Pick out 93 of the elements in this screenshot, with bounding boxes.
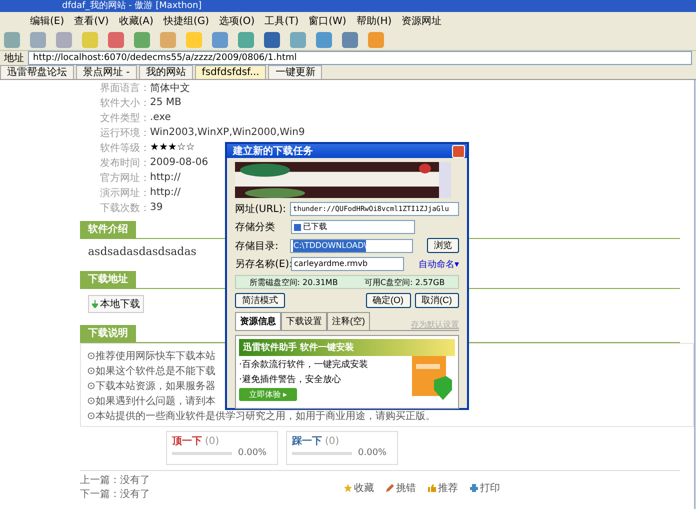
menu-item[interactable]: 窗口(W) <box>308 14 346 28</box>
menu-item[interactable]: 收藏(A) <box>118 14 154 28</box>
toolbar-icon[interactable] <box>56 32 72 48</box>
action-link[interactable]: 推荐 <box>428 481 458 495</box>
next-link[interactable]: 下一篇：没有了 <box>80 488 150 502</box>
toolbar-icon[interactable] <box>212 32 228 48</box>
browser-tab[interactable]: 迅雷帮盘论坛 <box>0 65 74 79</box>
note-line: ⊙推荐使用网际快车下载本站 <box>87 350 216 364</box>
dialog-tab[interactable]: 注释(空) <box>327 312 370 330</box>
disk-needed: 所需磁盘空间: 20.31MB <box>249 276 338 288</box>
vote-percent: 0.00% <box>238 448 267 458</box>
filename-field[interactable]: carleyardme.rmvb <box>291 257 404 271</box>
dialog-tab[interactable]: 资源信息 <box>235 312 281 330</box>
ad-text: ·避免插件警告，安全放心 <box>239 374 341 386</box>
toolbar-icon[interactable] <box>30 32 46 48</box>
browser-tab[interactable]: fsdfdsfdsf... <box>194 65 266 79</box>
field-value: 39 <box>150 202 163 213</box>
section-heading: 下载说明 <box>80 325 136 342</box>
toolbar-icon[interactable] <box>290 32 306 48</box>
section-heading: 下载地址 <box>80 271 136 288</box>
cancel-button[interactable]: 取消(C) <box>414 293 459 308</box>
vote-button[interactable]: 踩一下 (0) <box>292 434 392 448</box>
action-link[interactable]: 挑错 <box>386 481 416 495</box>
field-label: 官方网址： <box>100 172 150 184</box>
menu-item[interactable]: 工具(T) <box>264 14 299 28</box>
menu-item[interactable]: 快捷组(G) <box>163 14 209 28</box>
toolbar-icon[interactable] <box>368 32 384 48</box>
note-line: ⊙下载本站资源，如果服务器 <box>87 380 216 394</box>
prev-link[interactable]: 上一篇：没有了 <box>80 474 150 488</box>
field-label: 演示网址： <box>100 186 150 200</box>
field-value: 2009-08-06 <box>150 157 208 168</box>
auto-name-link[interactable]: 自动命名▾ <box>418 258 459 270</box>
dialog-tab[interactable]: 下载设置 <box>281 312 327 330</box>
action-link[interactable]: 打印 <box>470 481 500 495</box>
browser-tab[interactable]: 我的网站 <box>138 65 193 79</box>
toolbar-icon[interactable] <box>134 32 150 48</box>
field-value: 25 MB <box>150 97 182 108</box>
url-label: 网址(URL): <box>235 202 286 216</box>
category-label: 存储分类 <box>235 220 276 234</box>
rating-stars: ★★★☆☆ <box>150 142 195 153</box>
window-title: dfdaf_我的网站 - 傲游 [Maxthon] <box>0 0 696 12</box>
field-value: http:// <box>150 187 181 198</box>
vote-button[interactable]: 顶一下 (0) <box>172 434 272 448</box>
note-line: ⊙本站提供的一些商业软件是供学习研究之用，如用于商业用途，请购买正版。 <box>87 410 436 424</box>
field-label: 界面语言： <box>100 82 150 94</box>
note-line: ⊙如果遇到什么问题，请到本 <box>87 394 216 409</box>
address-field[interactable]: http://localhost:6070/dedecms55/a/zzzz/2009/0806/1.html <box>28 51 692 65</box>
menu-item[interactable]: 编辑(E) <box>30 14 64 28</box>
close-button[interactable] <box>452 144 465 158</box>
menu-item[interactable]: 帮助(H) <box>356 14 392 28</box>
field-label: 运行环境： <box>100 126 150 140</box>
field-label: 软件大小： <box>100 96 150 110</box>
intro-text: asdsadasdasdsadas <box>88 245 196 259</box>
field-label: 下载次数： <box>100 202 150 214</box>
field-label: 软件等级： <box>100 142 150 154</box>
toolbar-icon[interactable] <box>264 32 280 48</box>
download-button[interactable]: 本地下载 <box>88 295 144 313</box>
pen-icon <box>386 484 394 492</box>
field-value: Win2003,WinXP,Win2000,Win9 <box>150 127 305 138</box>
scrollbar[interactable] <box>694 80 696 509</box>
browser-tab[interactable]: 一键更新 <box>268 65 322 79</box>
disk-free: 可用C盘空间: 2.57GB <box>364 276 445 288</box>
ad-title: 迅雷软件助手 软件一键安装 <box>239 339 455 356</box>
menu-item[interactable]: 资源网址 <box>402 14 442 28</box>
menu-item[interactable]: 选项(O) <box>219 14 255 28</box>
browser-tab[interactable]: 景点网址 - <box>76 65 137 79</box>
toolbar-icon[interactable] <box>342 32 358 48</box>
dialog-title: 建立新的下载任务 <box>233 144 313 158</box>
note-line: ⊙如果这个软件总是不能下载 <box>87 364 216 379</box>
action-link[interactable]: 收藏 <box>344 481 374 495</box>
field-label: 发布时间： <box>100 156 150 170</box>
field-value: http:// <box>150 172 181 183</box>
address-label: 地址 <box>4 52 24 65</box>
directory-dropdown[interactable]: C:\TDDOWNLOAD\ <box>290 238 413 252</box>
directory-label: 存储目录: <box>235 240 280 252</box>
category-dropdown[interactable]: 已下载 <box>291 220 415 234</box>
toolbar-icon[interactable] <box>108 32 124 48</box>
menu-item[interactable]: 查看(V) <box>74 14 109 28</box>
download-arrow-icon <box>92 300 98 308</box>
field-value: 简体中文 <box>150 82 190 94</box>
field-value: .exe <box>150 112 171 123</box>
simple-mode-button[interactable]: 简洁模式 <box>235 293 285 308</box>
thumb-icon <box>428 484 436 492</box>
field-label: 文件类型： <box>100 112 150 124</box>
toolbar-icon[interactable] <box>238 32 254 48</box>
section-heading: 软件介绍 <box>80 221 136 238</box>
ad-text: ·百余款流行软件，一键完成安装 <box>239 358 368 371</box>
vote-percent: 0.00% <box>358 448 387 458</box>
toolbar-icon[interactable] <box>4 32 20 48</box>
browse-button[interactable]: 浏览 <box>427 238 459 253</box>
star-icon <box>344 484 352 492</box>
ok-button[interactable]: 确定(O) <box>366 293 410 308</box>
toolbar-icon[interactable] <box>316 32 332 48</box>
